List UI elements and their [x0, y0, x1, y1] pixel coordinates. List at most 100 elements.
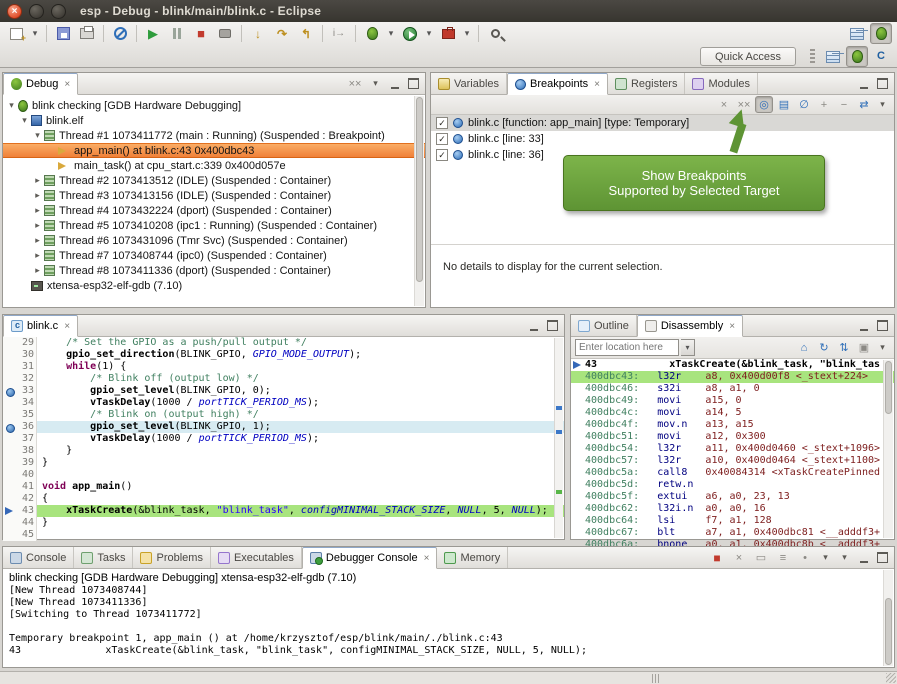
code-text[interactable]: } — [37, 445, 564, 457]
quick-access-button[interactable]: Quick Access — [700, 47, 796, 66]
expander-icon[interactable] — [5, 100, 18, 111]
console-scrollbar[interactable] — [883, 570, 893, 666]
marker-ruler[interactable] — [3, 373, 16, 385]
debug-tree-row[interactable]: blink.elf — [3, 113, 425, 128]
code-text[interactable]: } — [37, 517, 564, 529]
search-icon[interactable] — [484, 23, 506, 44]
pin-console-icon[interactable]: • — [796, 549, 814, 566]
open-console-icon[interactable]: ▾ — [837, 550, 852, 565]
expander-icon[interactable] — [18, 115, 31, 126]
sync-selection-icon[interactable]: ⇅ — [835, 339, 853, 356]
console-output[interactable]: [New Thread 1073408744] [New Thread 1073… — [3, 585, 894, 657]
close-icon[interactable]: × — [424, 553, 430, 564]
code-text[interactable]: xTaskCreate(&blink_task, "blink_task", c… — [37, 505, 564, 517]
code-text[interactable]: while(1) { — [37, 361, 564, 373]
debug-tree-row[interactable]: Thread #4 1073432224 (dport) (Suspended … — [3, 203, 425, 218]
code-text[interactable]: /* Blink off (output low) */ — [37, 373, 564, 385]
perspective-bar-handle[interactable] — [810, 49, 815, 64]
disassembly-text[interactable]: 400dbc57: l32r a10, 0x400d0464 <_stext+1… — [585, 455, 894, 467]
disassembly-text[interactable]: 400dbc43: l32r a8, 0x400d00f8 <_stext+22… — [585, 371, 894, 383]
disassembly-line[interactable]: 400dbc49: movi a15, 0 — [571, 395, 894, 407]
instruction-pointer-marker[interactable] — [3, 505, 16, 517]
disassembly-text[interactable]: 400dbc67: blt a7, a1, 0x400dbc81 <__addd… — [585, 527, 894, 539]
debug-icon[interactable] — [361, 23, 383, 44]
step-return-icon[interactable]: ↰ — [295, 23, 317, 44]
code-text[interactable] — [37, 529, 564, 541]
refresh-icon[interactable]: ↻ — [815, 339, 833, 356]
debug-tree-row[interactable]: Thread #7 1073408744 (ipc0) (Suspended :… — [3, 248, 425, 263]
debug-perspective-icon[interactable] — [870, 23, 892, 44]
breakpoint-checkbox[interactable]: ✓ — [436, 117, 448, 129]
code-text[interactable]: /* Set the GPIO as a push/pull output */ — [37, 337, 564, 349]
disassembly-line[interactable]: 400dbc62: l32i.n a0, a0, 16 — [571, 503, 894, 515]
expander-icon[interactable] — [31, 130, 44, 141]
code-line[interactable]: 41void app_main() — [3, 481, 564, 493]
disassembly-text[interactable]: 400dbc51: movi a12, 0x300 — [585, 431, 894, 443]
code-editor[interactable]: 29 /* Set the GPIO as a push/pull output… — [3, 337, 564, 541]
expander-icon[interactable] — [31, 205, 44, 216]
disassembly-text[interactable]: 400dbc5d: retw.n — [585, 479, 894, 491]
minimize-icon[interactable] — [526, 318, 541, 333]
home-icon[interactable]: ⌂ — [795, 339, 813, 356]
marker-ruler[interactable] — [3, 517, 16, 529]
resume-icon[interactable]: ▶ — [142, 23, 164, 44]
breakpoint-ruler-mark[interactable] — [556, 430, 562, 434]
link-with-debug-view-icon[interactable]: ⇄ — [855, 96, 873, 113]
external-tools-dropdown-icon[interactable]: ▾ — [461, 23, 473, 44]
code-line[interactable]: 32 /* Blink off (output low) */ — [3, 373, 564, 385]
disassembly-text[interactable]: 400dbc62: l32i.n a0, a0, 16 — [585, 503, 894, 515]
resize-grip-icon[interactable] — [886, 673, 896, 683]
tab-disassembly[interactable]: Disassembly × — [637, 315, 743, 337]
code-text[interactable]: { — [37, 493, 564, 505]
disassembly-line[interactable]: 400dbc5a: call8 0x40084314 <xTaskCreateP… — [571, 467, 894, 479]
scrollbar-thumb[interactable] — [885, 598, 892, 665]
code-line[interactable]: 37 vTaskDelay(1000 / portTICK_PERIOD_MS)… — [3, 433, 564, 445]
code-text[interactable] — [37, 469, 564, 481]
disassembly-text[interactable]: 400dbc5f: extui a6, a0, 23, 13 — [585, 491, 894, 503]
step-over-icon[interactable]: ↷ — [271, 23, 293, 44]
disassembly-text[interactable]: 43 xTaskCreate(&blink_task, "blink_tas — [585, 359, 894, 371]
tab-console[interactable]: Console — [3, 547, 74, 568]
minimize-icon[interactable] — [387, 76, 402, 91]
maximize-icon[interactable] — [406, 76, 421, 91]
clear-console-icon[interactable]: ▭ — [752, 549, 770, 566]
skip-all-breakpoints-icon[interactable] — [109, 23, 131, 44]
debug-perspective-button[interactable] — [846, 46, 868, 67]
code-line[interactable]: 39} — [3, 457, 564, 469]
disassembly-line[interactable]: 400dbc64: lsi f7, a1, 128 — [571, 515, 894, 527]
instruction-stepping-icon[interactable]: i→ — [328, 23, 350, 44]
tab-tasks[interactable]: Tasks — [74, 547, 133, 568]
collapse-all-icon[interactable]: − — [835, 96, 853, 113]
disassembly-text[interactable]: 400dbc5a: call8 0x40084314 <xTaskCreateP… — [585, 467, 894, 479]
marker-ruler[interactable] — [3, 397, 16, 409]
location-input[interactable] — [575, 339, 679, 356]
instruction-pointer-ruler-mark[interactable] — [556, 490, 562, 494]
close-icon[interactable]: × — [64, 79, 70, 90]
expander-icon[interactable] — [31, 190, 44, 201]
marker-ruler[interactable] — [3, 469, 16, 481]
code-line[interactable]: 38 } — [3, 445, 564, 457]
remove-launch-icon[interactable]: × — [730, 549, 748, 566]
code-text[interactable]: gpio_set_direction(BLINK_GPIO, GPIO_MODE… — [37, 349, 564, 361]
disassembly-source-line[interactable]: 43 xTaskCreate(&blink_task, "blink_tas — [571, 359, 894, 371]
disassembly-line[interactable]: 400dbc57: l32r a10, 0x400d0464 <_stext+1… — [571, 455, 894, 467]
breakpoint-row[interactable]: ✓blink.c [function: app_main] [type: Tem… — [431, 115, 894, 131]
disassembly-current-line[interactable]: 400dbc43: l32r a8, 0x400d00f8 <_stext+22… — [571, 371, 894, 383]
tab-blink-c[interactable]: blink.c × — [3, 315, 78, 337]
new-icon[interactable]: + — [5, 23, 27, 44]
debug-tree-row[interactable]: Thread #3 1073413156 (IDLE) (Suspended :… — [3, 188, 425, 203]
marker-ruler[interactable] — [3, 361, 16, 373]
breakpoint-checkbox[interactable]: ✓ — [436, 149, 448, 161]
code-line[interactable]: 45 — [3, 529, 564, 541]
code-text[interactable]: vTaskDelay(1000 / portTICK_PERIOD_MS); — [37, 397, 564, 409]
tab-modules[interactable]: Modules — [685, 73, 758, 94]
terminate-icon[interactable]: ■ — [190, 23, 212, 44]
maximize-icon[interactable] — [875, 76, 890, 91]
code-line[interactable]: 29 /* Set the GPIO as a push/pull output… — [3, 337, 564, 349]
disassembly-line[interactable]: 400dbc67: blt a7, a1, 0x400dbc81 <__addd… — [571, 527, 894, 539]
display-selected-console-icon[interactable]: ▾ — [818, 550, 833, 565]
tab-debugger-console[interactable]: Debugger Console × — [302, 547, 438, 569]
maximize-icon[interactable] — [875, 318, 890, 333]
disassembly-line[interactable]: 400dbc54: l32r a11, 0x400d0460 <_stext+1… — [571, 443, 894, 455]
marker-ruler[interactable] — [3, 337, 16, 349]
